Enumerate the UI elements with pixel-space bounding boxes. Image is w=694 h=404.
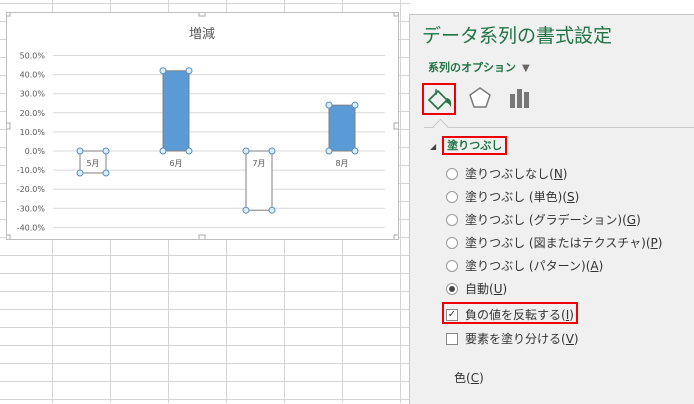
checkbox-label: 負の値を反転する xyxy=(465,308,562,322)
checkbox-label: 要素を塗り分ける xyxy=(465,332,562,346)
fill-option-radio[interactable]: 塗りつぶし (パターン)(A) xyxy=(446,257,603,274)
chart-resize-handle xyxy=(198,13,206,17)
category-label: 7月 xyxy=(252,159,265,168)
fill-option-label: 自動 xyxy=(465,282,490,296)
fill-option-radio[interactable]: 塗りつぶし (単色)(S) xyxy=(446,188,579,205)
fill-option-radio[interactable]: 塗りつぶし (図またはテクスチャ)(P) xyxy=(446,234,662,251)
option-checkbox-row[interactable]: 要素を塗り分ける(V) xyxy=(446,330,579,347)
category-label: 5月 xyxy=(86,159,99,168)
color-label: 色(C) xyxy=(454,370,484,386)
chart-resize-handle xyxy=(198,234,206,239)
series-options-label: 系列のオプション xyxy=(428,61,516,74)
selection-handle xyxy=(268,206,276,214)
y-tick-label: 10.0% xyxy=(20,128,46,137)
collapse-triangle-icon: ◢ xyxy=(430,142,437,151)
selection-handle xyxy=(351,147,359,155)
fill-option-label: 塗りつぶし (図またはテクスチャ) xyxy=(465,236,646,250)
fill-option-radio[interactable]: 塗りつぶし (グラデーション)(G) xyxy=(446,211,641,228)
fill-option-radio[interactable]: 自動(U) xyxy=(446,280,507,297)
fill-option-label: 塗りつぶしなし xyxy=(465,167,550,181)
bar xyxy=(328,104,356,152)
checkbox[interactable] xyxy=(446,332,458,345)
effects-tab[interactable] xyxy=(465,83,499,115)
series-options-dropdown[interactable]: 系列のオプション ▼ xyxy=(428,59,530,75)
dropdown-arrow-icon: ▼ xyxy=(522,63,530,74)
fill-option-label: 塗りつぶし (グラデーション) xyxy=(465,213,623,227)
y-tick-label: 50.0% xyxy=(20,52,46,61)
pentagon-icon xyxy=(469,87,491,108)
series-options-tab[interactable] xyxy=(505,83,539,115)
chart-resize-handle xyxy=(7,13,11,17)
radio-button[interactable] xyxy=(446,282,458,295)
bar xyxy=(162,70,190,152)
accesskey: P xyxy=(650,235,658,250)
chart-resize-handle xyxy=(7,234,11,239)
chart-resize-handle xyxy=(7,122,11,130)
accesskey: V xyxy=(565,331,574,346)
selection-handle xyxy=(76,169,84,177)
chart-resize-handle xyxy=(393,13,398,17)
accesskey: G xyxy=(626,212,637,227)
chart-resize-handle xyxy=(393,122,398,130)
radio-button[interactable] xyxy=(446,167,458,180)
fill-option-label: 塗りつぶし (単色) xyxy=(465,190,563,204)
y-tick-label: 20.0% xyxy=(20,109,46,118)
selection-handle xyxy=(242,147,250,155)
accesskey: N xyxy=(553,166,563,181)
fill-line-tab[interactable] xyxy=(422,83,456,115)
selection-handle xyxy=(102,147,110,155)
y-tick-label: 40.0% xyxy=(20,71,46,80)
pane-title: データ系列の書式設定 xyxy=(422,25,613,47)
color-label-text: 色 xyxy=(454,371,467,385)
fill-option-radio[interactable]: 塗りつぶしなし(N) xyxy=(446,165,567,182)
y-tick-label: -30.0% xyxy=(17,204,46,213)
selection-handle xyxy=(102,169,110,177)
y-tick-label: -10.0% xyxy=(17,166,46,175)
bar-chart: 増減 50.0% 40.0% 30.0% 20.0% 10.0% 0.0% -10.0% -20… xyxy=(7,13,398,239)
selection-handle xyxy=(159,147,167,155)
tab-pointer xyxy=(432,118,449,135)
accesskey: I xyxy=(565,307,570,322)
category-label: 6月 xyxy=(169,159,182,168)
y-tick-label: 30.0% xyxy=(20,90,46,99)
y-tick-label: 0.0% xyxy=(25,147,46,156)
radio-button[interactable] xyxy=(446,236,458,249)
radio-button[interactable] xyxy=(446,259,458,272)
selection-handle xyxy=(242,206,250,214)
color-accesskey: C xyxy=(470,370,480,385)
selection-handle xyxy=(325,101,333,109)
divider xyxy=(424,127,694,128)
selection-handle xyxy=(268,147,276,155)
selection-handle xyxy=(76,147,84,155)
chart-title: 増減 xyxy=(189,26,215,42)
selection-handle xyxy=(185,147,193,155)
y-tick-label: -20.0% xyxy=(17,185,46,194)
chart-resize-handle xyxy=(393,234,398,239)
option-checkbox-row[interactable]: ✓ 負の値を反転する(I) xyxy=(446,306,574,323)
accesskey: S xyxy=(567,189,575,204)
checkbox[interactable]: ✓ xyxy=(446,308,458,321)
selection-handle xyxy=(325,147,333,155)
y-tick-label: -40.0% xyxy=(17,223,46,232)
paint-bucket-icon xyxy=(427,89,452,111)
selection-handle xyxy=(159,67,167,75)
fill-option-label: 塗りつぶし (パターン) xyxy=(465,259,586,273)
accesskey: A xyxy=(590,258,599,273)
selection-handle xyxy=(351,101,359,109)
radio-button[interactable] xyxy=(446,213,458,226)
selection-handle xyxy=(185,67,193,75)
category-label: 8月 xyxy=(335,159,348,168)
chart-area[interactable]: 増減 50.0% 40.0% 30.0% 20.0% 10.0% 0.0% -10.0% -20… xyxy=(6,12,399,240)
fill-section-header[interactable]: ◢ 塗りつぶし xyxy=(430,136,508,155)
bar-chart-icon xyxy=(510,89,529,108)
fill-section-label: 塗りつぶし xyxy=(442,136,508,155)
accesskey: U xyxy=(493,281,503,296)
radio-button[interactable] xyxy=(446,190,458,203)
format-data-series-pane: データ系列の書式設定 系列のオプション ▼ ◢ 塗りつぶし 塗りつぶしなし(N) 塗り… xyxy=(409,14,694,404)
